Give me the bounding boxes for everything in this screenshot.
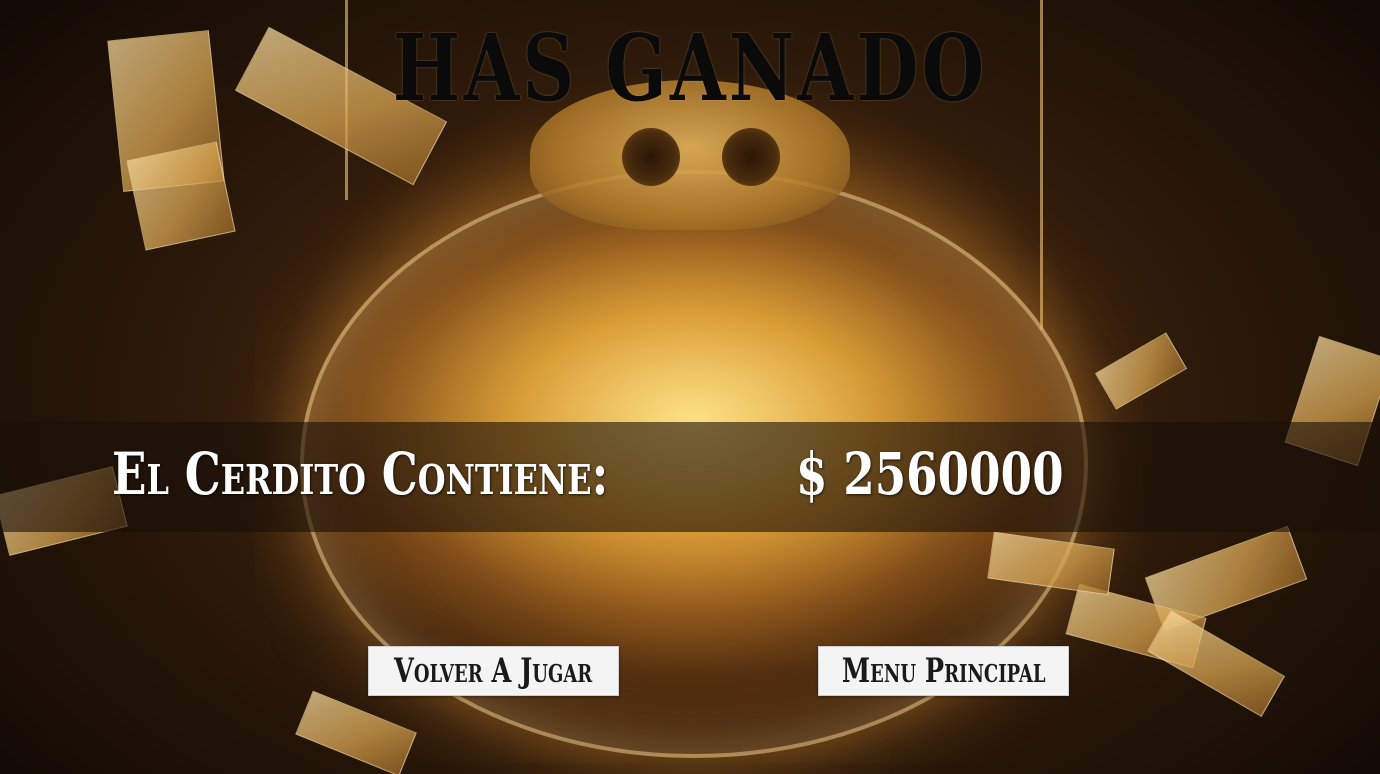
piggy-contents-value: $ 2560000	[796, 440, 1064, 508]
banknote-icon	[1147, 610, 1285, 717]
banknote-icon	[126, 141, 236, 251]
win-screen: HAS GANADO El Cerdito Contiene: $ 256000…	[0, 0, 1380, 774]
piggy-nostril-left	[622, 128, 680, 186]
play-again-button[interactable]: Volver A Jugar	[368, 646, 619, 696]
win-title: HAS GANADO	[392, 14, 988, 122]
banknote-icon	[295, 690, 417, 774]
piggy-contents-label: El Cerdito Contiene:	[112, 440, 609, 508]
piggy-nostril-right	[722, 128, 780, 186]
main-menu-label: Menu Principal	[841, 651, 1046, 691]
main-menu-button[interactable]: Menu Principal	[818, 646, 1069, 696]
banknote-icon	[1094, 332, 1188, 410]
play-again-label: Volver A Jugar	[394, 651, 593, 691]
